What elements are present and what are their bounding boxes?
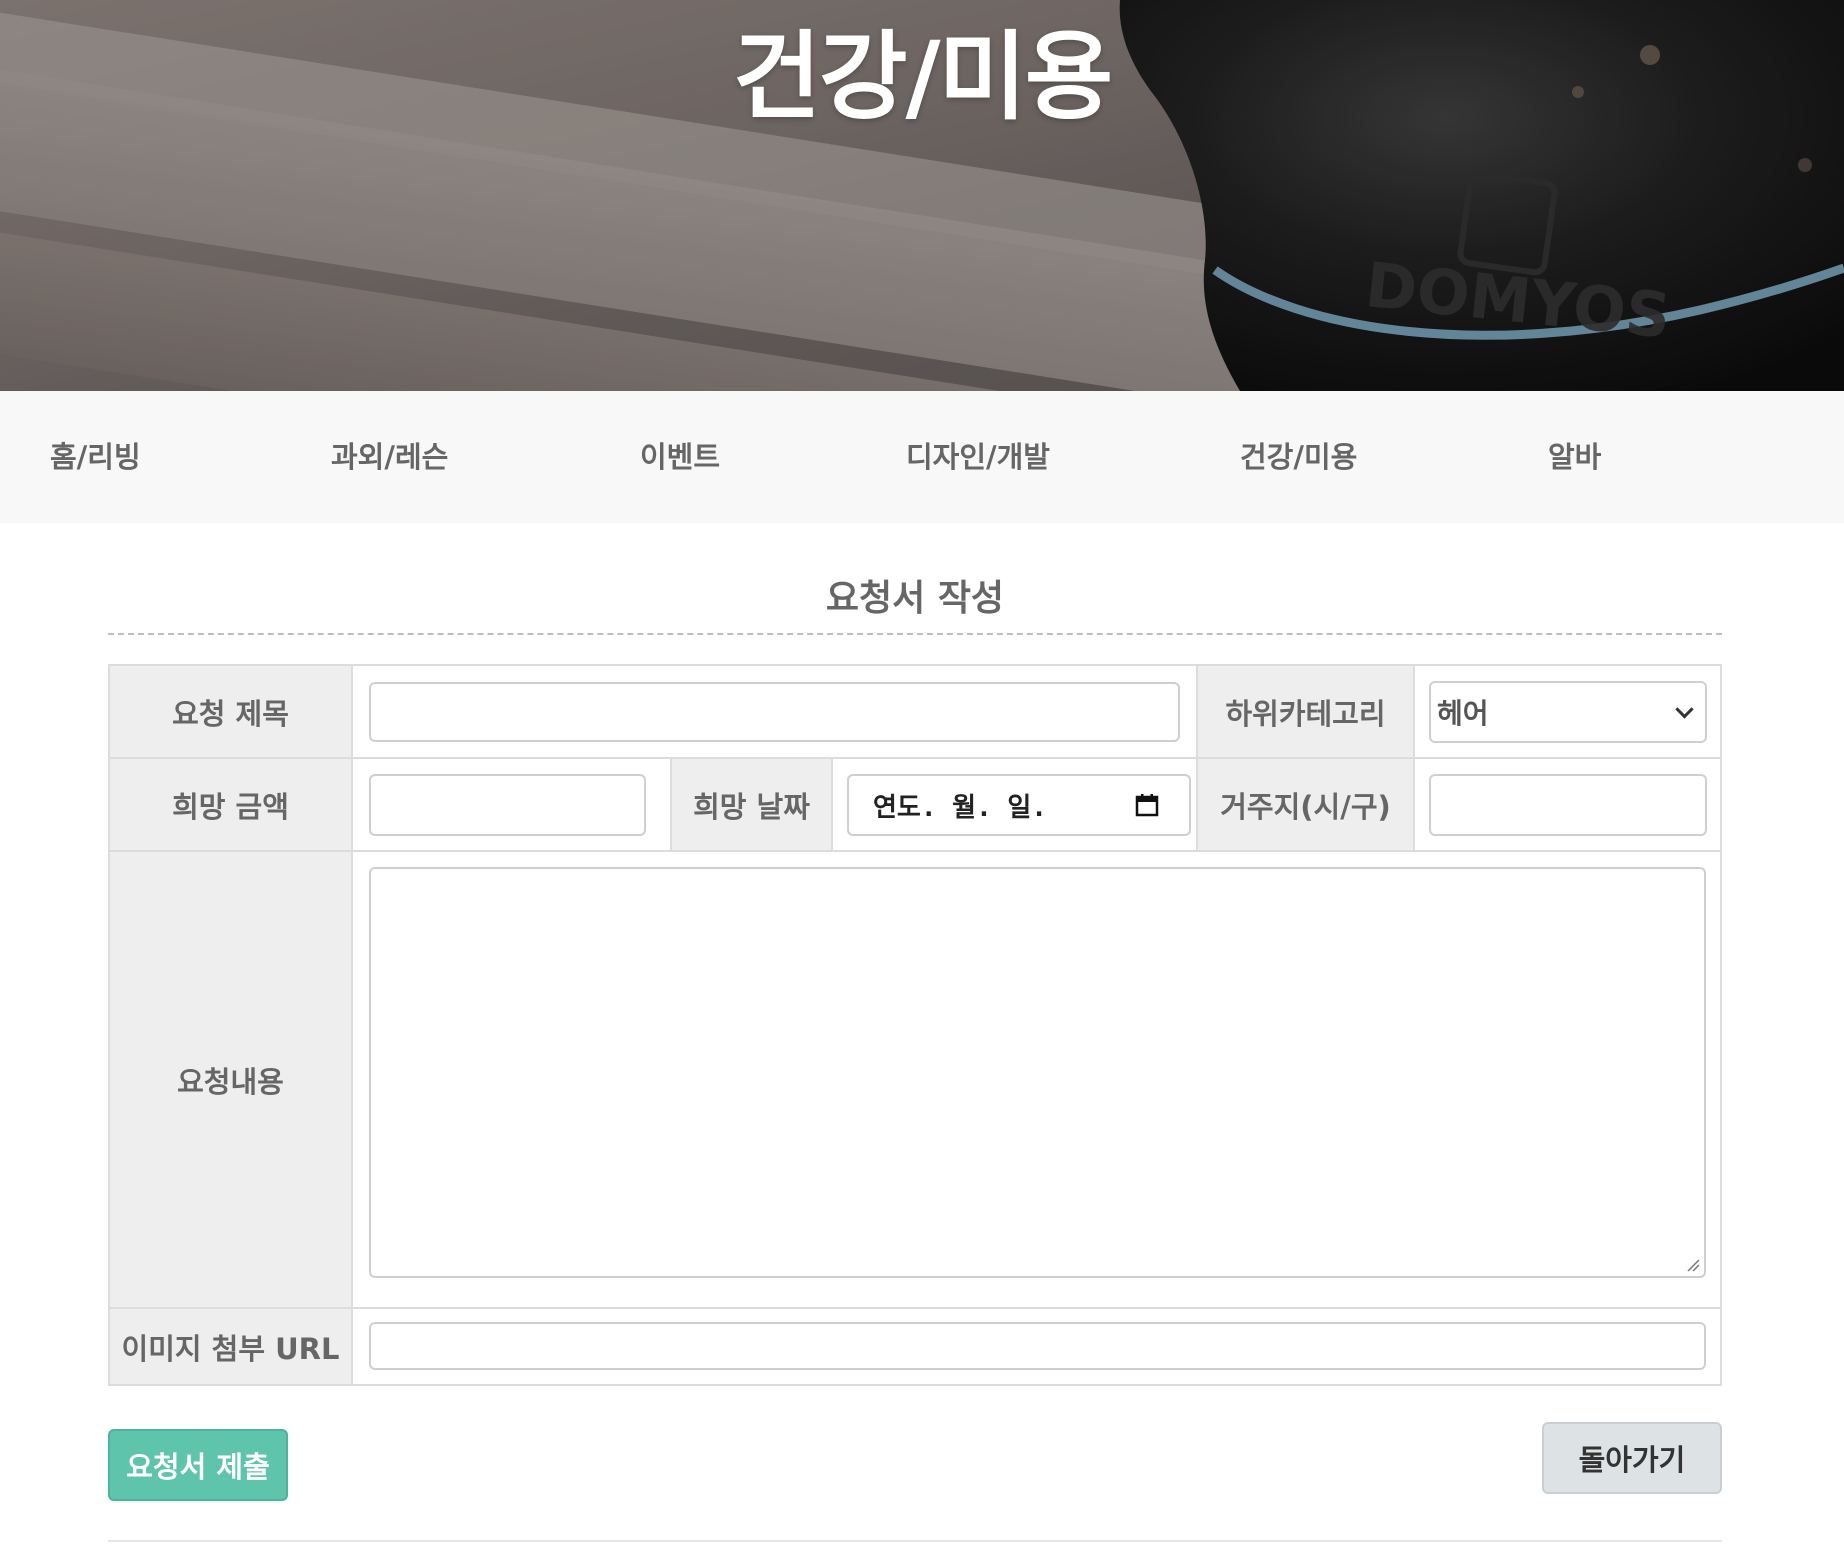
label-request-title: 요청 제목	[110, 666, 353, 759]
bottom-divider	[108, 1540, 1722, 1542]
nav-item-home-living[interactable]: 홈/리빙	[50, 439, 141, 475]
cell-desired-date: 연도. 월. 일.	[833, 759, 1198, 852]
cell-content	[353, 852, 1720, 1309]
desired-date-input[interactable]: 연도. 월. 일.	[847, 774, 1191, 836]
hero-banner: DOMYOS 건강/미용	[0, 0, 1844, 391]
label-residence: 거주지(시/구)	[1198, 759, 1415, 852]
date-placeholder: 연도. 월. 일.	[873, 792, 1047, 823]
label-image-url: 이미지 첨부 URL	[110, 1309, 353, 1384]
category-nav: 홈/리빙 과외/레슨 이벤트 디자인/개발 건강/미용 알바	[0, 391, 1844, 523]
cell-image-url	[353, 1309, 1720, 1384]
residence-input[interactable]	[1429, 774, 1707, 836]
nav-item-health-beauty[interactable]: 건강/미용	[1240, 439, 1357, 475]
label-desired-date: 희망 날짜	[672, 759, 833, 852]
cell-residence	[1415, 759, 1720, 852]
cell-desired-amount	[353, 759, 672, 852]
nav-item-events[interactable]: 이벤트	[640, 439, 720, 475]
label-desired-amount: 희망 금액	[110, 759, 353, 852]
title-divider	[108, 633, 1722, 635]
label-content: 요청내용	[110, 852, 353, 1309]
desired-amount-input[interactable]	[369, 774, 646, 836]
request-title-input[interactable]	[369, 682, 1180, 742]
page-title: 건강/미용	[732, 21, 1113, 133]
request-form-table: 요청 제목 하위카테고리 헤어 희망 금액 희망 날짜 연도. 월. 일. 거주…	[108, 664, 1722, 1386]
cell-subcategory: 헤어	[1415, 666, 1720, 759]
resize-handle-icon[interactable]	[1686, 1258, 1700, 1272]
cell-request-title	[353, 666, 1198, 759]
back-button[interactable]: 돌아가기	[1542, 1422, 1722, 1494]
nav-item-design-dev[interactable]: 디자인/개발	[906, 439, 1050, 475]
nav-item-part-time[interactable]: 알바	[1548, 439, 1601, 475]
image-url-input[interactable]	[369, 1322, 1706, 1370]
subcategory-select[interactable]: 헤어	[1429, 681, 1707, 743]
label-subcategory: 하위카테고리	[1198, 666, 1415, 759]
nav-item-tutoring-lessons[interactable]: 과외/레슨	[331, 439, 448, 475]
submit-request-button[interactable]: 요청서 제출	[108, 1429, 288, 1501]
subcategory-selected-value: 헤어	[1437, 697, 1489, 730]
content-textarea[interactable]	[369, 867, 1706, 1278]
chevron-down-icon	[1675, 700, 1694, 719]
form-title: 요청서 작성	[825, 578, 1005, 619]
calendar-icon[interactable]	[1135, 793, 1159, 817]
